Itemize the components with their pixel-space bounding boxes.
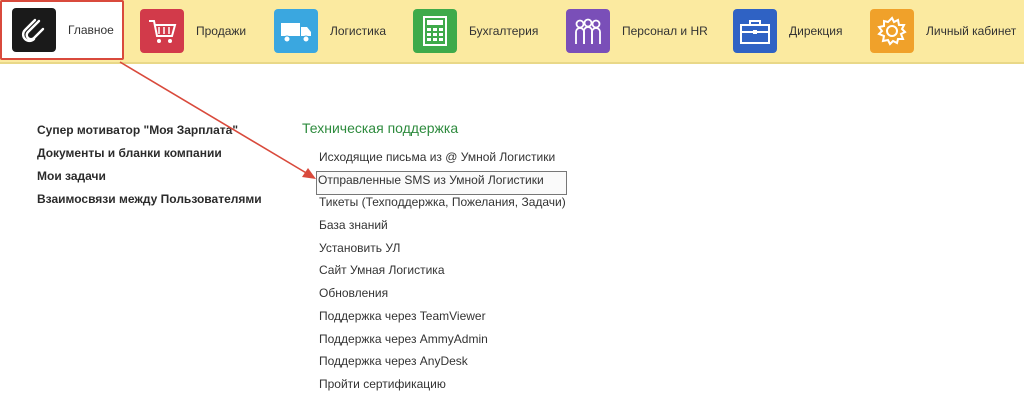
link-anydesk[interactable]: Поддержка через AnyDesk <box>319 353 566 376</box>
link-updates[interactable]: Обновления <box>319 285 566 308</box>
paperclip-icon <box>12 8 56 52</box>
left-links: Супер мотиватор "Моя Зарплата" Документы… <box>37 122 262 214</box>
tab-logistics-label: Логистика <box>330 24 387 38</box>
link-certification[interactable]: Пройти сертификацию <box>319 376 566 399</box>
tab-directorate-label: Дирекция <box>789 24 843 38</box>
tab-main[interactable]: Главное <box>0 0 124 60</box>
link-teamviewer[interactable]: Поддержка через TeamViewer <box>319 308 566 331</box>
support-links: Исходящие письма из @ Умной Логистики От… <box>316 149 567 399</box>
link-tickets[interactable]: Тикеты (Техподдержка, Пожелания, Задачи) <box>319 194 566 217</box>
tab-personal-account[interactable]: Личный кабинет <box>870 6 1016 56</box>
link-install[interactable]: Установить УЛ <box>319 240 566 263</box>
tab-personal-account-label: Личный кабинет <box>926 24 1017 38</box>
link-outgoing-emails[interactable]: Исходящие письма из @ Умной Логистики <box>319 149 566 172</box>
link-my-tasks[interactable]: Мои задачи <box>37 168 262 191</box>
tab-directorate[interactable]: Дирекция <box>733 6 843 56</box>
tab-hr[interactable]: Персонал и HR <box>566 6 708 56</box>
link-user-relations[interactable]: Взаимосвязи между Пользователями <box>37 191 262 214</box>
tab-main-label: Главное <box>68 23 114 37</box>
gear-icon <box>870 9 914 53</box>
people-icon <box>566 9 610 53</box>
tab-hr-label: Персонал и HR <box>622 24 708 38</box>
link-sent-sms[interactable]: Отправленные SMS из Умной Логистики <box>316 170 567 196</box>
truck-icon <box>274 9 318 53</box>
link-knowledge-base[interactable]: База знаний <box>319 217 566 240</box>
tab-accounting-label: Бухгалтерия <box>469 24 539 38</box>
shopping-cart-icon <box>140 9 184 53</box>
section-title-support: Техническая поддержка <box>302 120 459 136</box>
link-website[interactable]: Сайт Умная Логистика <box>319 262 566 285</box>
tab-logistics[interactable]: Логистика <box>274 6 386 56</box>
link-salary-motivator[interactable]: Супер мотиватор "Моя Зарплата" <box>37 122 262 145</box>
top-nav-bar: Главное Продажи Логистика Бухгалтерия Пе… <box>0 0 1024 64</box>
tab-accounting[interactable]: Бухгалтерия <box>413 6 538 56</box>
calculator-icon <box>413 9 457 53</box>
link-company-documents[interactable]: Документы и бланки компании <box>37 145 262 168</box>
briefcase-icon <box>733 9 777 53</box>
link-ammyadmin[interactable]: Поддержка через AmmyAdmin <box>319 331 566 354</box>
tab-sales[interactable]: Продажи <box>140 6 246 56</box>
tab-sales-label: Продажи <box>196 24 247 38</box>
